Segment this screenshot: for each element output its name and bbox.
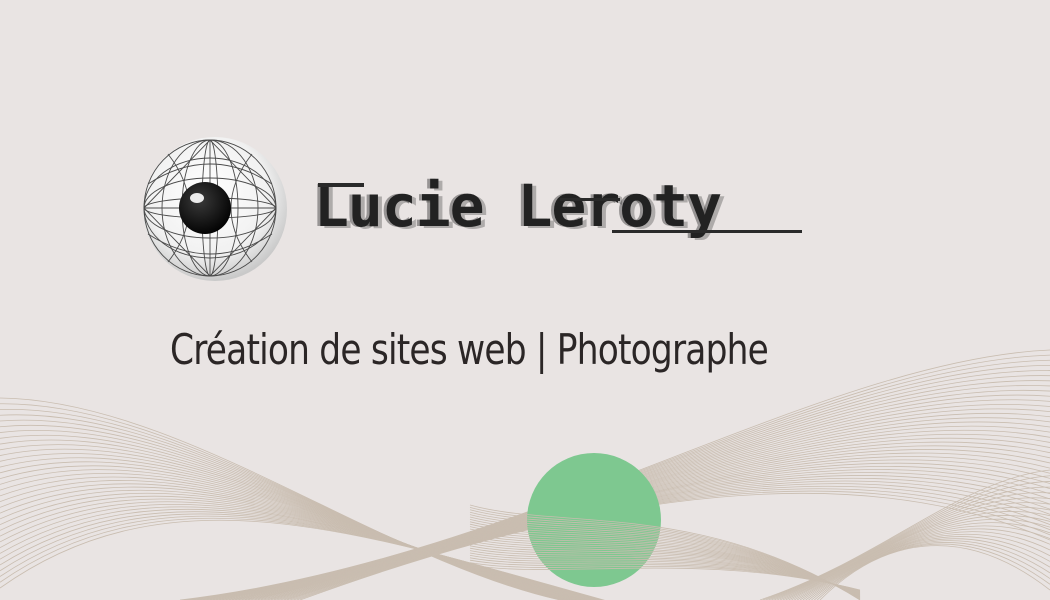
eye-globe-icon <box>143 137 287 281</box>
glitch-bar-decoration <box>612 230 802 233</box>
glitch-bar-decoration <box>318 183 364 187</box>
decorative-wave-lines <box>0 349 1050 600</box>
glitch-bar-decoration <box>560 198 620 201</box>
wave-line <box>779 506 1050 600</box>
brand-name: Lucie Leroty <box>314 172 722 240</box>
hero-banner: Lucie Leroty Création de sites web | Pho… <box>0 0 1050 600</box>
tagline: Création de sites web | Photographe <box>170 325 769 374</box>
wave-line <box>776 502 1050 600</box>
